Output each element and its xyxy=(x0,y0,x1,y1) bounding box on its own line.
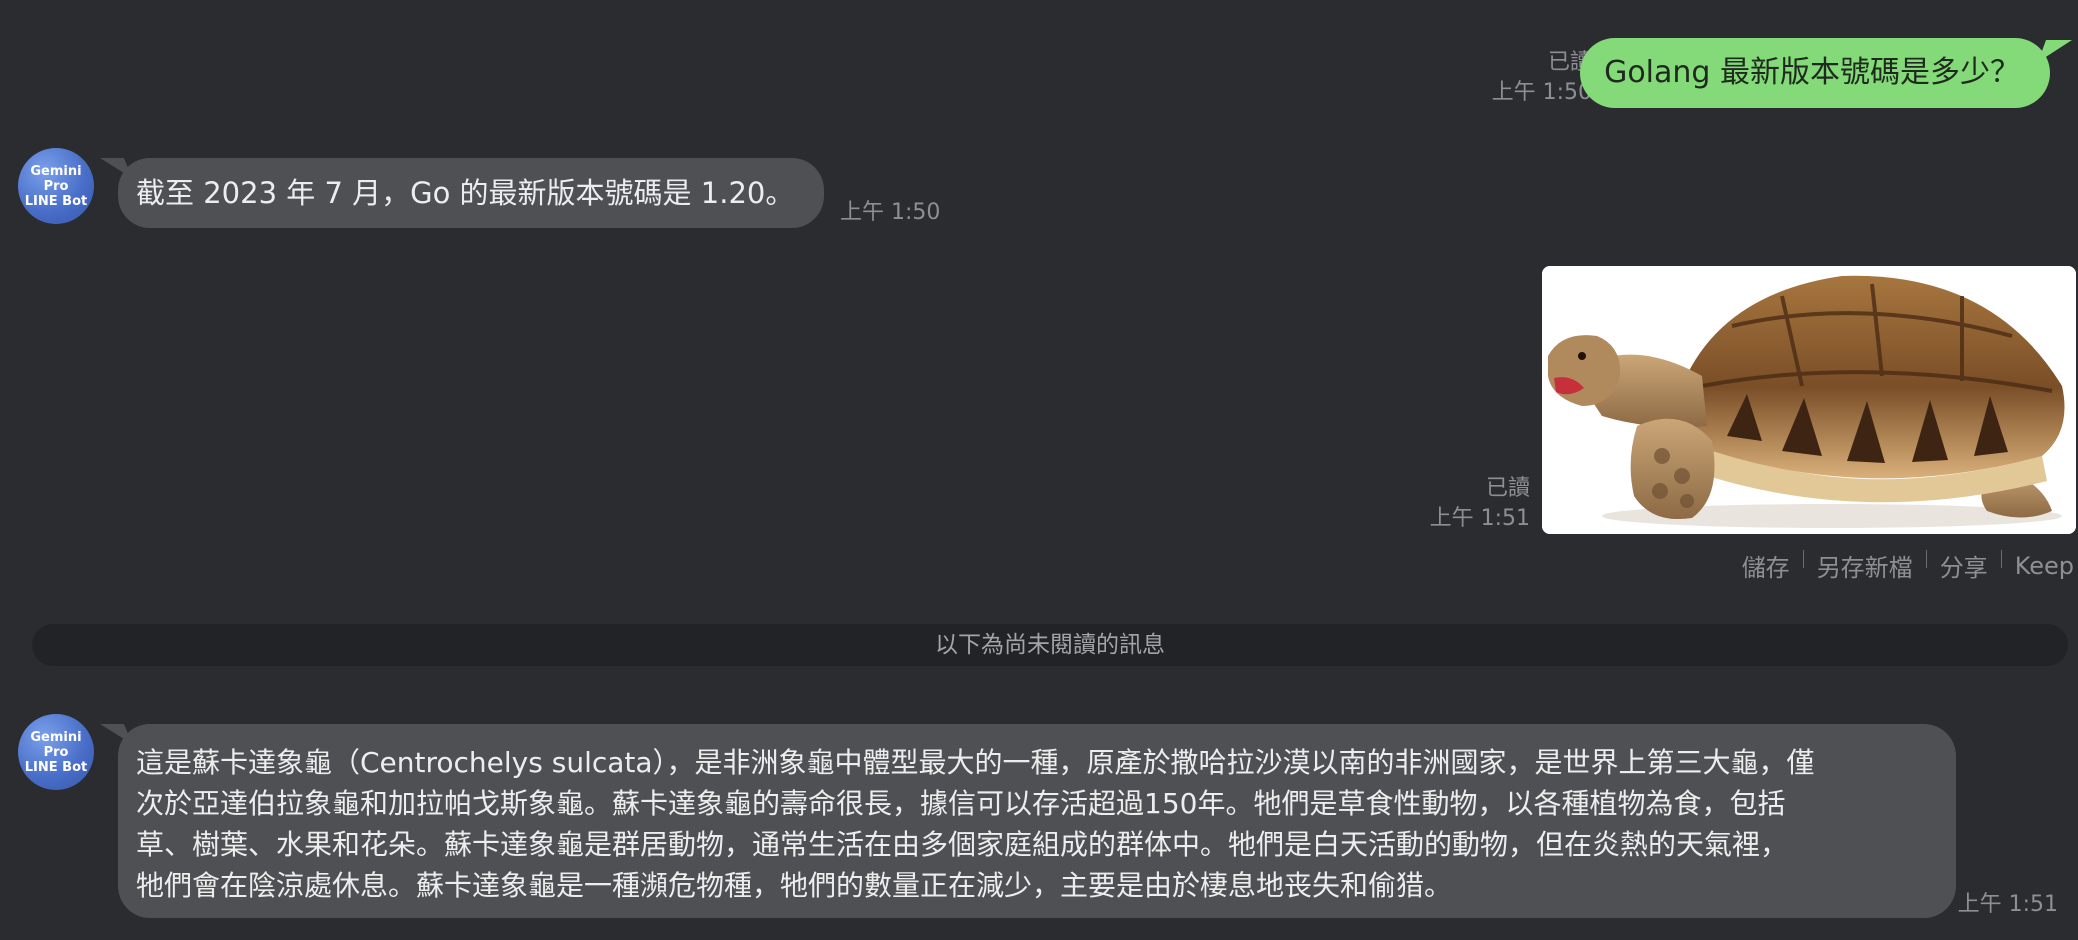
read-label: 已讀 xyxy=(1547,50,1592,75)
avatar-label-line2: LINE Bot xyxy=(24,193,88,209)
message-time: 上午 1:51 xyxy=(1957,892,2058,917)
message-time: 上午 1:51 xyxy=(1429,506,1530,531)
avatar-label-line1: Gemini Pro xyxy=(30,163,82,194)
tortoise-photo-icon xyxy=(1542,266,2076,534)
message-text: 截至 2023 年 7 月，Go 的最新版本號碼是 1.20。 xyxy=(136,176,795,210)
message-time: 上午 1:50 xyxy=(840,200,941,225)
message-time: 上午 1:50 xyxy=(1491,80,1592,105)
save-button[interactable]: 儲存 xyxy=(1742,548,1790,583)
unread-divider: 以下為尚未閱讀的訊息 xyxy=(32,624,2068,666)
read-status-2: 已讀 上午 1:51 xyxy=(1430,474,1530,534)
bot-avatar[interactable]: Gemini Pro LINE Bot xyxy=(18,148,94,224)
save-as-button[interactable]: 另存新檔 xyxy=(1817,548,1913,583)
keep-button[interactable]: Keep xyxy=(2015,552,2074,580)
tortoise-image[interactable] xyxy=(1542,266,2076,534)
divider xyxy=(1925,550,1927,568)
outgoing-message-bubble[interactable]: Golang 最新版本號碼是多少？ xyxy=(1580,38,2050,108)
incoming-message-bubble[interactable]: 這是蘇卡達象龜（Centrochelys sulcata），是非洲象龜中體型最大… xyxy=(118,724,1956,918)
image-actions: 儲存 另存新檔 分享 Keep xyxy=(1742,548,2074,583)
bot-avatar[interactable]: Gemini Pro LINE Bot xyxy=(18,714,94,790)
message-line: 草、樹葉、水果和花朵。蘇卡達象龜是群居動物，通常生活在由多個家庭組成的群体中。牠… xyxy=(136,828,1789,861)
divider xyxy=(2000,550,2002,568)
divider xyxy=(1802,550,1804,568)
read-status-1: 已讀 上午 1:50 xyxy=(1492,48,1592,108)
message-line: 這是蘇卡達象龜（Centrochelys sulcata），是非洲象龜中體型最大… xyxy=(136,746,1815,779)
read-label: 已讀 xyxy=(1485,476,1530,501)
message-line: 牠們會在陰涼處休息。蘇卡達象龜是一種瀕危物種，牠們的數量正在減少，主要是由於棲息… xyxy=(136,869,1453,902)
avatar-label-line2: LINE Bot xyxy=(24,759,88,775)
message-line: 次於亞達伯拉象龜和加拉帕戈斯象龜。蘇卡達象龜的壽命很長，據信可以存活超過150年… xyxy=(136,787,1786,820)
avatar-label-line1: Gemini Pro xyxy=(30,729,82,760)
share-button[interactable]: 分享 xyxy=(1940,548,1988,583)
incoming-message-bubble[interactable]: 截至 2023 年 7 月，Go 的最新版本號碼是 1.20。 xyxy=(118,158,825,228)
